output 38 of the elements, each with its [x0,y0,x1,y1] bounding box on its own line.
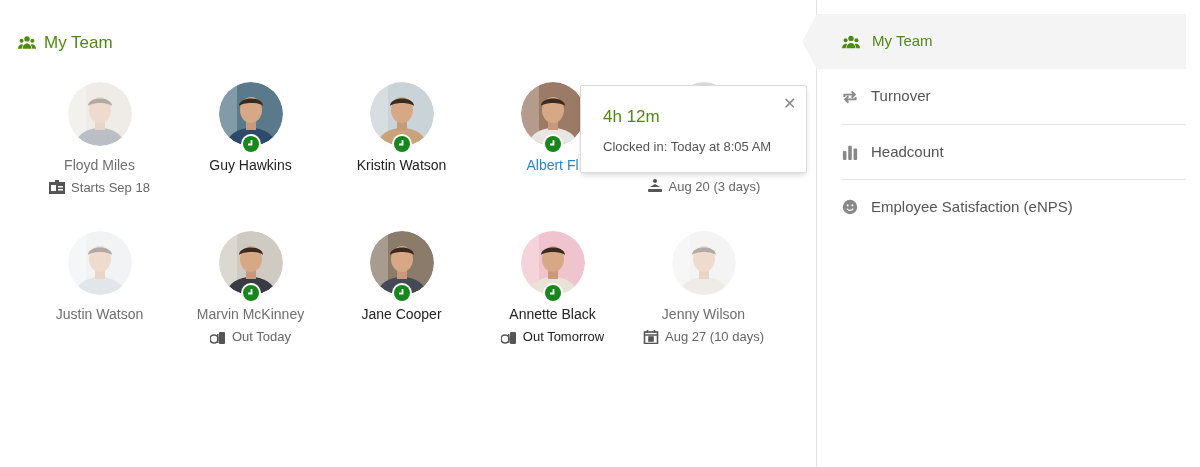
team-icon [18,35,36,51]
page-title: My Team [44,32,113,54]
luggage-icon [210,329,226,344]
employee-name[interactable]: Floyd Miles [64,154,135,176]
employee-name[interactable]: Marvin McKinney [196,304,305,325]
employee-name[interactable]: Albert Fl [526,154,579,176]
employee-name[interactable]: Kristin Watson [356,154,447,176]
clock-icon[interactable] [393,135,410,152]
employee-name[interactable]: Guy Hawkins [209,154,292,176]
sidebar-item[interactable]: Turnover [841,69,1186,124]
status-note: Out Tomorrow [522,328,605,346]
smiley-icon [841,199,859,215]
clock-icon[interactable] [242,135,259,152]
lounge-chair-icon [646,179,663,194]
luggage-icon [500,329,517,344]
status-note: Out Today [232,328,291,346]
employee-name[interactable]: Jane Cooper [361,304,442,325]
sidebar-item[interactable]: My Team [802,14,1186,69]
employee-name[interactable]: Jenny Wilson [661,304,746,325]
employee-name[interactable]: Annette Black [509,304,596,325]
bar-chart-icon [841,144,859,160]
clocked-duration: 4h 12m [603,105,660,128]
close-button[interactable]: ✕ [783,91,796,116]
clock-icon[interactable] [544,135,561,152]
status-note: Aug 27 (10 days) [665,328,764,346]
clock-icon[interactable] [242,285,259,301]
status-note: Starts Sep 18 [71,178,150,197]
status-note: Aug 20 (3 days) [668,177,761,196]
repeat-icon [841,88,859,105]
clocked-in-text: Clocked in: Today at 8:05 AM [603,138,773,156]
id-card-icon [49,180,66,195]
sidebar-item[interactable]: Headcount [841,124,1186,179]
clock-icon[interactable] [544,285,561,301]
clock-icon[interactable] [393,285,410,301]
team-icon [842,33,860,50]
employee-name[interactable]: Justin Watson [55,304,144,325]
sidebar-item[interactable]: Employee Satisfaction (eNPS) [841,179,1186,234]
calendar-icon [643,329,659,344]
